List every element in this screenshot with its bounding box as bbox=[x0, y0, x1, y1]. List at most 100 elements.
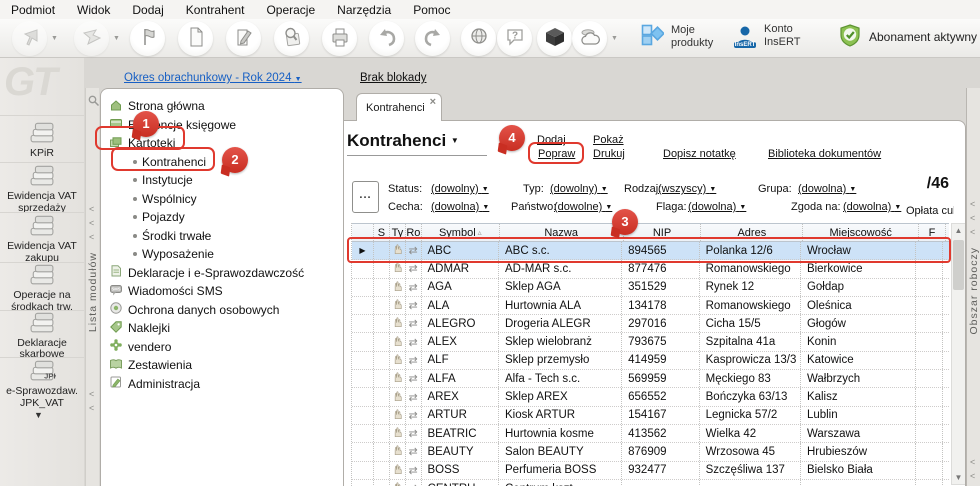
web-button[interactable] bbox=[461, 21, 496, 56]
header-cell-ty[interactable]: Ty bbox=[390, 224, 406, 241]
filter-value-zgoda-na[interactable]: (dowolna) ▼ bbox=[843, 201, 901, 213]
module-item-e-sprawozdaw-jpk-vat[interactable]: JPKe-Sprawozdaw. JPK_VAT bbox=[0, 357, 84, 407]
menu-item-operacje[interactable]: Operacje bbox=[255, 3, 326, 17]
scrollbar-thumb[interactable] bbox=[953, 240, 964, 290]
edit-document-button[interactable] bbox=[226, 21, 261, 56]
table-row[interactable]: ⇄BEAUTYSalon BEAUTY876909Wrzosowa 45Hrub… bbox=[352, 443, 949, 461]
filter-value-rodzaj[interactable]: (wszyscy) ▼ bbox=[658, 183, 716, 195]
collapse-chevron-icon[interactable]: < bbox=[89, 205, 94, 214]
action-link-dopisz-notatke[interactable]: Dopisz notatkę bbox=[663, 148, 736, 160]
header-cell-miejscowosc[interactable]: Miejscowość bbox=[803, 224, 919, 241]
tree-item-ochrona-danych-osobowych[interactable]: Ochrona danych osobowych bbox=[109, 301, 279, 319]
table-row[interactable]: ⇄ALFAAlfa - Tech s.c.569959Męckiego 83Wa… bbox=[352, 370, 949, 388]
tab-kontrahenci[interactable]: Kontrahenci × bbox=[356, 93, 442, 121]
action-link-biblioteka-dokumentow[interactable]: Biblioteka dokumentów bbox=[768, 148, 881, 160]
collapse-chevron-icon[interactable]: < bbox=[970, 200, 975, 209]
collapse-chevron-icon[interactable]: < bbox=[970, 472, 975, 481]
module-item-deklaracje-skarbowe[interactable]: Deklaracje skarbowe bbox=[0, 310, 84, 357]
tree-item-zestawienia[interactable]: Zestawienia bbox=[109, 356, 192, 374]
action-link-pokaz[interactable]: Pokaż bbox=[593, 134, 624, 146]
tree-item-naklejki[interactable]: Naklejki bbox=[109, 319, 170, 337]
modules-collapse-strip[interactable]: <<<Lista modułów<< bbox=[85, 88, 99, 486]
tree-item-ewidencje-ksiegowe[interactable]: Ewidencje księgowe bbox=[109, 116, 236, 134]
more-modules-icon[interactable]: ▼ bbox=[34, 410, 43, 420]
undo-button[interactable] bbox=[369, 21, 404, 56]
header-cell-ro[interactable]: Ro bbox=[406, 224, 422, 241]
menu-item-dodaj[interactable]: Dodaj bbox=[121, 3, 174, 17]
tree-search-icon[interactable] bbox=[87, 94, 100, 110]
accounting-period-link[interactable]: Okres obrachunkowy - Rok 2024 ▼ bbox=[124, 72, 302, 84]
module-item-operacje-na-srodkach-trw[interactable]: Operacje na środkach trw. bbox=[0, 262, 84, 310]
action-link-dodaj[interactable]: Dodaj bbox=[537, 134, 566, 146]
menu-item-kontrahent[interactable]: Kontrahent bbox=[175, 3, 256, 17]
action-link-drukuj[interactable]: Drukuj bbox=[593, 148, 625, 160]
filter-value-grupa[interactable]: (dowolna) ▼ bbox=[798, 183, 856, 195]
moje-produkty-group[interactable]: Moje produkty bbox=[640, 23, 713, 50]
cube-button[interactable] bbox=[537, 21, 572, 56]
header-cell-f[interactable]: F bbox=[919, 224, 946, 241]
table-row[interactable]: ⇄ALEXSklep wielobranż793675Szpitalna 41a… bbox=[352, 333, 949, 351]
nav-forward-button[interactable] bbox=[74, 21, 109, 56]
lock-status-link[interactable]: Brak blokady bbox=[360, 72, 426, 84]
flag-button[interactable] bbox=[130, 21, 165, 56]
filter-value-cecha[interactable]: (dowolna) ▼ bbox=[431, 201, 489, 213]
filter-value-flaga[interactable]: (dowolna) ▼ bbox=[688, 201, 746, 213]
collapse-chevron-icon[interactable]: < bbox=[89, 219, 94, 228]
workspace-collapse-strip[interactable]: <<<Obszar roboczy<< bbox=[966, 88, 980, 486]
header-cell-s[interactable]: S bbox=[374, 224, 390, 241]
table-row[interactable]: ⇄BEATRICHurtownia kosme413562Wielka 42Wa… bbox=[352, 425, 949, 443]
filter-value-typ[interactable]: (dowolny) ▼ bbox=[550, 183, 608, 195]
tree-item-wiadomosci-sms[interactable]: SMSWiadomości SMS bbox=[109, 282, 223, 300]
table-row[interactable]: ⇄CENTRUCentrum kszt bbox=[352, 480, 949, 486]
chevron-down-icon[interactable]: ▼ bbox=[611, 35, 618, 42]
new-document-button[interactable] bbox=[178, 21, 213, 56]
table-row[interactable]: ⇄AREXSklep AREX656552Bończyka 63/13Kalis… bbox=[352, 388, 949, 406]
cloud-button[interactable] bbox=[572, 21, 607, 56]
menu-item-podmiot[interactable]: Podmiot bbox=[0, 3, 66, 17]
tree-item-strona-glowna[interactable]: Strona główna bbox=[109, 97, 205, 115]
chevron-down-icon[interactable]: ▼ bbox=[51, 35, 58, 42]
tree-item-administracja[interactable]: Administracja bbox=[109, 375, 200, 393]
konto-insert-group[interactable]: InsERTKonto InsERT bbox=[733, 23, 800, 49]
scroll-up-icon[interactable]: ▲ bbox=[952, 226, 965, 235]
collapse-chevron-icon[interactable]: < bbox=[89, 404, 94, 413]
tree-item-wspolnicy[interactable]: Wspólnicy bbox=[133, 190, 197, 208]
tree-item-srodki-trwale[interactable]: Środki trwałe bbox=[133, 227, 211, 245]
abonament-group[interactable]: Abonament aktywny bbox=[838, 23, 977, 50]
header-cell-symbol[interactable]: Symbol▵ bbox=[422, 224, 500, 241]
header-cell-selector[interactable] bbox=[352, 224, 374, 241]
tree-item-deklaracje-i-e-sprawozdawczosc[interactable]: Deklaracje i e-Sprawozdawczość bbox=[109, 264, 304, 282]
header-cell-nazwa[interactable]: Nazwa bbox=[500, 224, 624, 241]
module-item-kpir[interactable]: KPiR bbox=[0, 115, 84, 162]
tree-item-vendero[interactable]: vendero bbox=[109, 338, 171, 356]
table-row[interactable]: ⇄ALFSklep przemysło414959Kasprowicza 13/… bbox=[352, 352, 949, 370]
tree-item-instytucje[interactable]: Instytucje bbox=[133, 171, 193, 189]
tree-item-pojazdy[interactable]: Pojazdy bbox=[133, 208, 185, 226]
page-title[interactable]: Kontrahenci ▼ bbox=[347, 131, 487, 156]
collapse-chevron-icon[interactable]: < bbox=[970, 228, 975, 237]
module-item-ewidencja-vat-zakupu[interactable]: Ewidencja VAT zakupu bbox=[0, 212, 84, 262]
module-item-ewidencja-vat-sprzedazy[interactable]: Ewidencja VAT sprzedaży bbox=[0, 162, 84, 212]
filter-more-button[interactable]: ... bbox=[352, 181, 379, 213]
collapse-chevron-icon[interactable]: < bbox=[970, 458, 975, 467]
tree-item-kontrahenci[interactable]: Kontrahenci bbox=[133, 153, 206, 171]
vertical-scrollbar[interactable]: ▲ ▼ bbox=[951, 223, 966, 485]
collapse-chevron-icon[interactable]: < bbox=[89, 390, 94, 399]
table-row[interactable]: ⇄ADMARAD-MAR s.c.877476RomanowskiegoBier… bbox=[352, 260, 949, 278]
help-button[interactable]: ? bbox=[497, 21, 532, 56]
nav-back-button[interactable] bbox=[12, 21, 47, 56]
action-link-popraw[interactable]: Popraw bbox=[538, 148, 575, 160]
table-row[interactable]: ⇄ALEGRODrogeria ALEGR297016Cicha 15/5Gło… bbox=[352, 315, 949, 333]
print-button[interactable] bbox=[322, 21, 357, 56]
chevron-down-icon[interactable]: ▼ bbox=[113, 35, 120, 42]
filter-value-panstwo[interactable]: (dowolne) ▼ bbox=[554, 201, 612, 213]
menu-item-widok[interactable]: Widok bbox=[66, 3, 121, 17]
table-row[interactable]: ⇄ARTURKiosk ARTUR154167Legnicka 57/2Lubl… bbox=[352, 407, 949, 425]
tree-item-wyposazenie[interactable]: Wyposażenie bbox=[133, 245, 214, 263]
header-cell-adres[interactable]: Adres bbox=[701, 224, 803, 241]
filter-value-status[interactable]: (dowolny) ▼ bbox=[431, 183, 489, 195]
redo-button[interactable] bbox=[415, 21, 450, 56]
table-row[interactable]: ▶⇄ABCABC s.c.894565Polanka 12/6Wrocław bbox=[352, 242, 949, 260]
menu-item-pomoc[interactable]: Pomoc bbox=[402, 3, 461, 17]
close-icon[interactable]: × bbox=[430, 96, 436, 108]
